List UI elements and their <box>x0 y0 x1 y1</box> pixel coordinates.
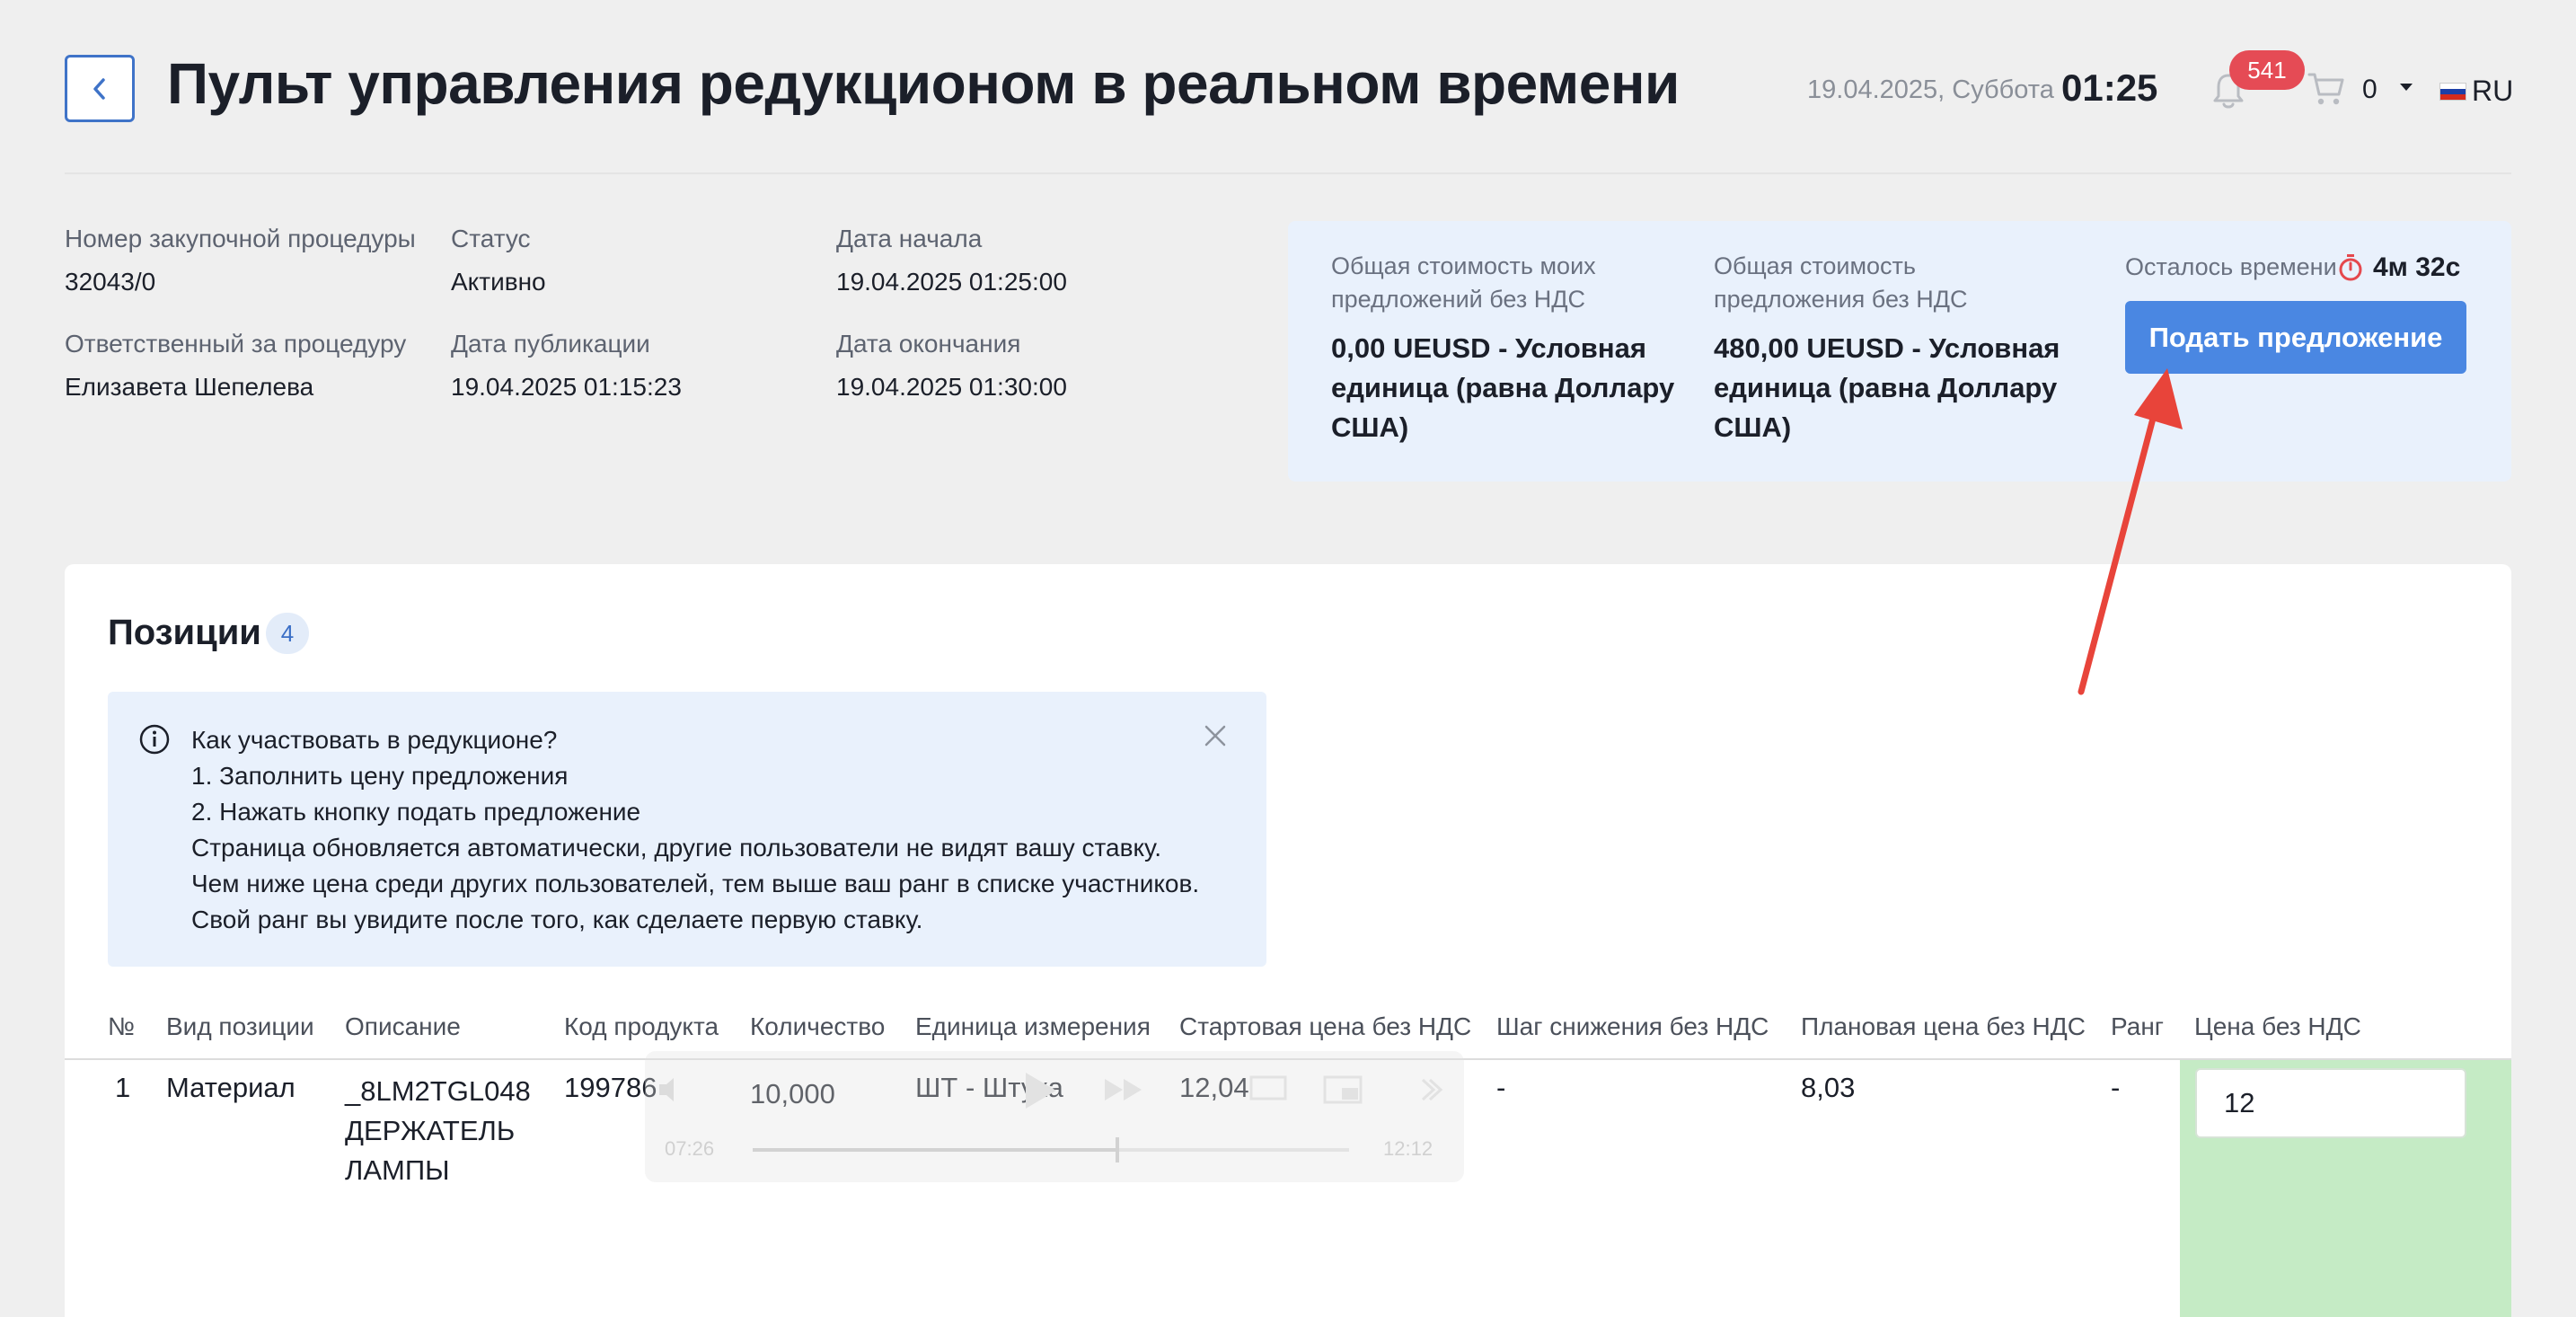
current-time: 01:25 <box>2061 66 2158 109</box>
video-progress-fill <box>753 1148 1117 1152</box>
timer-icon <box>2339 254 2362 281</box>
back-button[interactable] <box>65 55 135 122</box>
video-progress-handle[interactable] <box>1116 1137 1119 1162</box>
notice-line: Как участвовать в редукционе? <box>191 726 558 754</box>
row-step: - <box>1496 1072 1506 1103</box>
my-total-value-line: 0,00 UEUSD - Условная <box>1331 332 1646 364</box>
notification-badge[interactable]: 541 <box>2229 50 2305 90</box>
column-header-rank: Ранг <box>2111 1012 2164 1040</box>
row-product-code: 199786 <box>564 1072 657 1103</box>
video-elapsed-time: 07:26 <box>665 1137 715 1160</box>
start-date: 19.04.2025 01:25:00 <box>836 268 1067 296</box>
close-icon[interactable] <box>1204 724 1227 747</box>
positions-title: Позиции <box>108 613 261 652</box>
procedure-number: 32043/0 <box>65 268 156 296</box>
notice-line: Чем ниже цена среди других пользователей… <box>191 870 1200 897</box>
picture-in-picture-icon[interactable] <box>1322 1074 1365 1107</box>
column-header-num: № <box>108 1012 136 1040</box>
current-date: 19.04.2025, Суббота <box>1807 75 2054 104</box>
column-header-unit: Единица измерения <box>915 1012 1151 1040</box>
row-rank: - <box>2111 1072 2121 1103</box>
column-header-product-code: Код продукта <box>564 1012 719 1040</box>
column-header-planned-price: Плановая цена без НДС <box>1801 1012 2086 1040</box>
offer-total-value-line: единица (равна Доллару <box>1714 372 2058 403</box>
end-date: 19.04.2025 01:30:00 <box>836 373 1067 401</box>
time-left-value: 4м 32с <box>2373 252 2461 282</box>
status-value: Активно <box>451 268 546 296</box>
row-planned-price: 8,03 <box>1801 1072 1856 1103</box>
row-description-line: _8LM2TGL048 <box>345 1075 531 1107</box>
volume-icon[interactable] <box>656 1074 692 1106</box>
chevron-right-icon[interactable] <box>1417 1076 1444 1103</box>
fast-forward-icon[interactable] <box>1103 1076 1144 1103</box>
offer-total-label-line: Общая стоимость <box>1714 252 1916 279</box>
time-left-label: Осталось времени <box>2125 253 2337 280</box>
cart-icon[interactable] <box>2307 70 2346 108</box>
offer-total-label-line: предложения без НДС <box>1714 286 1968 313</box>
russia-flag-icon[interactable] <box>2439 83 2466 101</box>
publish-date-label: Дата публикации <box>451 330 650 358</box>
cart-count: 0 <box>2362 75 2378 104</box>
my-total-value-line: США) <box>1331 411 1409 443</box>
offer-total-value-line: 480,00 UEUSD - Условная <box>1714 332 2060 364</box>
notice-line: 1. Заполнить цену предложения <box>191 762 569 790</box>
my-total-label-line: Общая стоимость моих <box>1331 252 1596 279</box>
notice-line: Свой ранг вы увидите после того, как сде… <box>191 906 923 933</box>
row-description: _8LM2TGL048 ДЕРЖАТЕЛЬ ЛАМПЫ <box>345 1072 531 1190</box>
offer-total-block: Общая стоимость предложения без НДС 480,… <box>1714 250 2060 447</box>
play-icon[interactable] <box>1020 1069 1060 1112</box>
row-num: 1 <box>115 1072 131 1103</box>
column-header-price: Цена без НДС <box>2194 1012 2361 1040</box>
procedure-number-label: Номер закупочной процедуры <box>65 225 416 252</box>
column-header-type: Вид позиции <box>166 1012 314 1040</box>
header-divider <box>65 172 2511 174</box>
submit-offer-button[interactable]: Подать предложение <box>2125 301 2466 374</box>
column-header-description: Описание <box>345 1012 461 1040</box>
offer-total-value-line: США) <box>1714 411 1792 443</box>
my-total-label-line: предложений без НДС <box>1331 286 1585 313</box>
column-header-step: Шаг снижения без НДС <box>1496 1012 1769 1040</box>
positions-count-badge: 4 <box>266 613 309 654</box>
column-header-quantity: Количество <box>750 1012 886 1040</box>
end-date-label: Дата окончания <box>836 330 1021 358</box>
page-title: Пульт управления редукционом в реальном … <box>167 51 1680 116</box>
row-description-line: ДЕРЖАТЕЛЬ <box>345 1115 516 1146</box>
column-header-start-price: Стартовая цена без НДС <box>1179 1012 1472 1040</box>
language-selector[interactable]: RU <box>2472 75 2513 108</box>
my-total-block: Общая стоимость моих предложений без НДС… <box>1331 250 1674 447</box>
caret-down-icon[interactable] <box>2398 82 2414 93</box>
video-total-time: 12:12 <box>1383 1137 1434 1160</box>
chevron-left-icon <box>93 77 105 100</box>
my-total-value-line: единица (равна Доллару <box>1331 372 1675 403</box>
info-icon <box>139 724 170 755</box>
responsible-label: Ответственный за процедуру <box>65 330 407 358</box>
status-label: Статус <box>451 225 531 252</box>
responsible-name: Елизавета Шепелева <box>65 373 314 401</box>
help-notice-text: Как участвовать в редукционе? 1. Заполни… <box>191 722 1199 938</box>
row-type: Материал <box>166 1072 296 1103</box>
start-date-label: Дата начала <box>836 225 983 252</box>
notice-line: Страница обновляется автоматически, друг… <box>191 834 1162 862</box>
notice-line: 2. Нажать кнопку подать предложение <box>191 798 641 826</box>
row-description-line: ЛАМПЫ <box>345 1154 450 1186</box>
price-input[interactable]: 12 <box>2195 1068 2466 1138</box>
publish-date: 19.04.2025 01:15:23 <box>451 373 682 401</box>
screen-icon[interactable] <box>1248 1074 1288 1105</box>
